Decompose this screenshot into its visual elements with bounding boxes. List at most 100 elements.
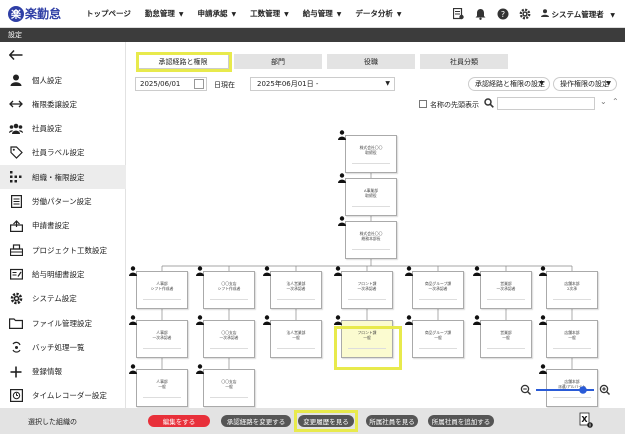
org-node[interactable]: 法人営業部 一次承認者 — [263, 266, 322, 309]
nav-workload[interactable]: 工数管理 ▼ — [250, 8, 289, 19]
bottom-action-bar: 選択した組織の 編集をする 承認経路を変更する 変更履歴を見る 所属社員を見る … — [0, 408, 625, 434]
sidebar-item-employee[interactable]: 社員設定 — [0, 117, 126, 141]
view-members-button[interactable]: 所属社員を見る — [366, 415, 418, 427]
org-node[interactable]: 商品グループ課 一般 — [405, 315, 464, 358]
person-icon — [9, 73, 23, 87]
org-node[interactable]: 株式会社〇〇 総務本部長 — [338, 216, 397, 259]
org-node[interactable]: 営業部 一次承認者 — [473, 266, 532, 309]
sidebar-item-delegation[interactable]: 権限委譲設定 — [0, 92, 126, 116]
search-input[interactable] — [497, 97, 595, 110]
person-icon — [405, 315, 413, 325]
edit-button[interactable]: 編集をする — [148, 415, 210, 427]
app-logo[interactable]: 楽 楽勤怠 — [8, 5, 78, 22]
svg-text:?: ? — [501, 10, 505, 19]
org-node-role: 一般 — [225, 384, 233, 389]
help-icon[interactable]: ? — [497, 8, 509, 20]
nav-payroll[interactable]: 給与管理 ▼ — [303, 8, 342, 19]
person-icon — [129, 266, 137, 276]
nav-approval[interactable]: 申請承認 ▼ — [197, 8, 236, 19]
tab-department[interactable]: 部門 — [234, 54, 322, 69]
org-node-divider — [352, 163, 390, 164]
operation-settings-dropdown[interactable]: 操作権限の設定 ▼ — [553, 77, 617, 91]
period-select[interactable]: 2025年06月01日 - ▼ — [250, 77, 395, 91]
excel-export-icon[interactable]: X — [579, 412, 593, 430]
chevron-down-icon: ▼ — [396, 11, 402, 18]
org-node[interactable]: フロント課 一次承認者 — [334, 266, 393, 309]
sidebar-item-personal[interactable]: 個人設定 — [0, 68, 126, 92]
user-menu[interactable]: システム管理者 ▼ — [540, 8, 615, 20]
chevron-down-icon: ▼ — [606, 80, 611, 87]
calendar-icon[interactable] — [194, 79, 204, 89]
bell-icon[interactable] — [475, 8, 487, 20]
org-node[interactable]: 〇〇支店 一般 — [196, 364, 255, 407]
zoom-out-icon[interactable] — [520, 384, 531, 395]
selected-org-label: 選択した組織の — [28, 418, 77, 426]
sidebar-item-label: 組織・権限設定 — [32, 172, 85, 182]
sidebar-item-label: タイムレコーダー設定 — [32, 391, 107, 401]
sidebar-item-label: 労働パターン設定 — [32, 197, 92, 206]
route-settings-dropdown[interactable]: 承認経路と権限の設定 ▼ — [468, 77, 550, 91]
org-node-role: 一般 — [502, 335, 510, 340]
org-node[interactable]: 〇〇支店 シフト作成者 — [196, 266, 255, 309]
change-route-button[interactable]: 承認経路を変更する — [221, 415, 291, 427]
checklist-icon[interactable] — [453, 8, 465, 20]
sidebar-item-application-form[interactable]: 申請書設定 — [0, 214, 126, 238]
user-name: システム管理者 — [551, 9, 604, 19]
org-node[interactable]: 人事部 シフト作成者 — [129, 266, 188, 309]
org-node[interactable]: A事業部 取締役 — [338, 173, 397, 216]
folder-icon — [9, 316, 23, 330]
back-arrow-icon[interactable] — [8, 48, 23, 64]
org-node[interactable]: 〇〇支店 一次承認者 — [196, 315, 255, 358]
org-icon — [9, 170, 23, 184]
org-node-role: 一次承認者 — [357, 286, 377, 291]
sidebar-item-org-permission[interactable]: 組織・権限設定 — [0, 165, 126, 190]
org-node[interactable]: 店舗本部 2次承 — [539, 266, 598, 309]
sidebar-item-registration[interactable]: 登録情報 — [0, 360, 126, 384]
person-icon — [473, 315, 481, 325]
sidebar-item-time-recorder[interactable]: タイムレコーダー設定 — [0, 384, 126, 408]
settings-sidebar: 個人設定 権限委譲設定社員設定社員ラベル設定組織・権限設定 労働パターン設定申請書設… — [0, 42, 126, 408]
org-node[interactable]: 法人営業部 一般 — [263, 315, 322, 358]
org-node[interactable]: 営業部 一般 — [473, 315, 532, 358]
date-input[interactable]: 2025/06/01 — [135, 77, 207, 91]
arrows-icon — [9, 97, 23, 111]
search-icon[interactable] — [484, 98, 494, 110]
sidebar-item-batch-list[interactable]: バッチ処理一覧 — [0, 335, 126, 359]
sidebar-item-payslip[interactable]: 給与明細書設定 — [0, 262, 126, 286]
org-node[interactable]: 人事部 一般 — [129, 364, 188, 407]
sidebar-item-work-pattern[interactable]: 労働パターン設定 — [0, 190, 126, 214]
org-node-divider — [419, 348, 457, 349]
sidebar-item-label: 社員設定 — [32, 124, 62, 134]
org-node-divider — [210, 299, 248, 300]
org-node-divider — [348, 299, 386, 300]
org-node[interactable]: 人事部 一次承認者 — [129, 315, 188, 358]
nav-top-page[interactable]: トップページ — [86, 8, 131, 19]
org-node[interactable]: 商品グループ課 一次承認者 — [405, 266, 464, 309]
org-node-role: 一般 — [292, 335, 300, 340]
sidebar-item-label: バッチ処理一覧 — [32, 342, 85, 352]
zoom-in-icon[interactable] — [599, 384, 610, 395]
chevron-down-icon: ▼ — [610, 11, 615, 19]
first-name-checkbox[interactable] — [419, 100, 427, 108]
chevron-up-icon[interactable]: ⌃ — [612, 97, 619, 106]
person-icon — [129, 364, 137, 374]
nav-attendance[interactable]: 勤怠管理 ▼ — [145, 8, 184, 19]
org-node[interactable]: 店舗本部 一般 — [539, 315, 598, 358]
gear-icon[interactable] — [519, 8, 531, 20]
sidebar-item-label: 登録情報 — [32, 367, 62, 377]
sidebar-item-project-workload[interactable]: プロジェクト工数設定 — [0, 238, 126, 262]
tab-employee-class[interactable]: 社員分類 — [420, 54, 508, 69]
org-node-divider — [553, 299, 591, 300]
sidebar-item-system[interactable]: システム設定 — [0, 287, 126, 311]
nav-analytics[interactable]: データ分析 ▼ — [355, 8, 401, 19]
sidebar-item-employee-label[interactable]: 社員ラベル設定 — [0, 141, 126, 165]
org-node-role: 一般 — [568, 335, 576, 340]
sidebar-item-file-management[interactable]: ファイル管理設定 — [0, 311, 126, 335]
org-node-divider — [277, 348, 315, 349]
org-node[interactable]: 株式会社〇〇 取締役 — [338, 130, 397, 173]
logo-text: 楽勤怠 — [25, 7, 62, 21]
chevron-down-icon[interactable]: ⌄ — [600, 97, 607, 106]
add-member-button[interactable]: 所属社員を追加する — [428, 415, 494, 427]
tab-position[interactable]: 役職 — [327, 54, 415, 69]
zoom-slider-thumb[interactable] — [579, 386, 587, 394]
